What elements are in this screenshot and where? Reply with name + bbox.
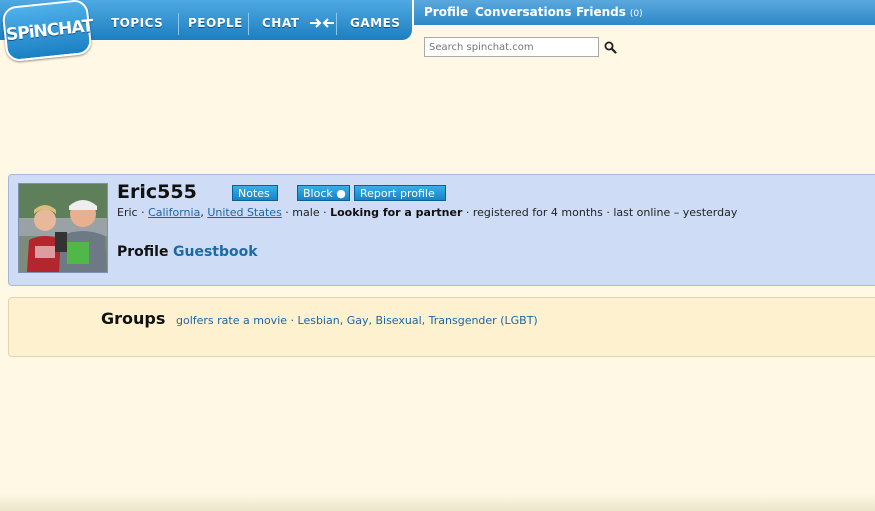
userbar-profile-link[interactable]: Profile [424, 5, 468, 19]
nav-divider [248, 13, 249, 35]
profile-first-name: Eric [117, 206, 138, 219]
search-icon[interactable] [604, 41, 617, 54]
nav-chat[interactable]: CHAT [262, 0, 299, 40]
avatar [18, 183, 108, 273]
looking-for: Looking for a partner [330, 206, 463, 219]
nav-divider [336, 13, 337, 35]
group-link[interactable]: golfers rate a movie [176, 314, 287, 327]
profile-info-line: Eric · California, United States · male … [117, 206, 737, 219]
profile-gender: · male · [281, 206, 331, 219]
country-link[interactable]: United States [207, 206, 282, 219]
nav-people[interactable]: PEOPLE [188, 0, 243, 40]
group-link[interactable]: Lesbian, Gay, Bisexual, Transgender (LGB… [298, 314, 538, 327]
spinchat-logo[interactable]: SPiNCHAT [1, 0, 94, 63]
info-separator: · [137, 206, 149, 219]
block-button[interactable]: Block ● [297, 185, 350, 201]
groups-title: Groups [101, 309, 166, 328]
user-bar: Profile Conversations Friends (0) [414, 0, 875, 25]
state-link[interactable]: California [148, 206, 200, 219]
groups-list: golfers rate a movie · Lesbian, Gay, Bis… [176, 314, 538, 327]
friends-label: Friends [576, 5, 626, 19]
chat-arrows-icon [310, 18, 334, 28]
nav-divider [178, 13, 179, 35]
search-input[interactable] [424, 37, 599, 57]
nav-topics[interactable]: TOPICS [111, 0, 163, 40]
registered-info: · registered for 4 months · last online … [462, 206, 738, 219]
nav-games[interactable]: GAMES [350, 0, 400, 40]
bottom-fade [0, 493, 875, 511]
tab-profile[interactable]: Profile [117, 244, 168, 260]
profile-username: Eric555 [117, 181, 197, 203]
userbar-conversations-link[interactable]: Conversations [475, 5, 572, 19]
userbar-friends-link[interactable]: Friends (0) [576, 5, 643, 19]
friends-count: (0) [629, 9, 643, 19]
avatar-photo [19, 184, 107, 272]
notes-button[interactable]: Notes [232, 185, 278, 201]
group-separator: · [287, 314, 298, 327]
tab-guestbook[interactable]: Guestbook [173, 244, 258, 260]
report-profile-button[interactable]: Report profile [354, 185, 446, 201]
